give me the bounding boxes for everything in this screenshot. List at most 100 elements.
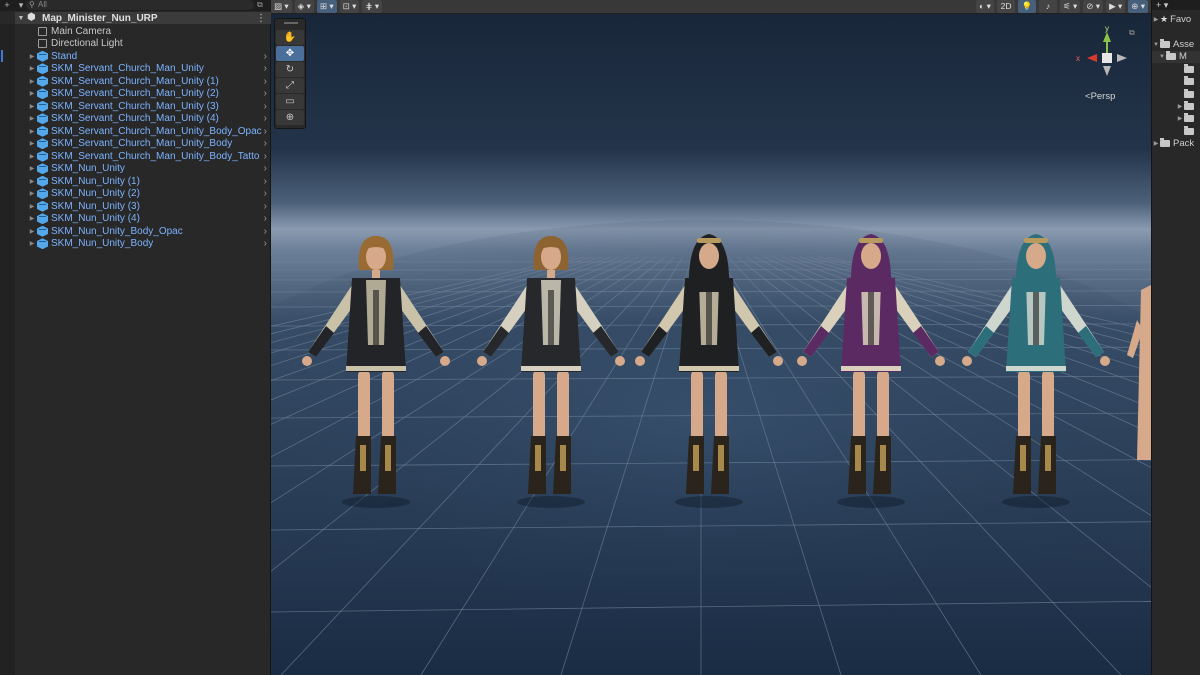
render-paths-button[interactable]: ⋕ ▾ [362, 0, 383, 13]
open-prefab-arrow-icon[interactable]: › [264, 76, 267, 87]
lock-icon[interactable]: ⧉ [257, 0, 263, 10]
assets-row[interactable]: ▼ Asse [1152, 38, 1200, 50]
hierarchy-item[interactable]: ▶ SKM_Nun_Unity (1) › [15, 175, 271, 188]
folder-icon [1184, 76, 1194, 86]
hierarchy-item[interactable]: ▶ Stand › [1, 50, 271, 63]
expand-arrow-icon[interactable]: ▶ [1152, 16, 1160, 23]
lock-icon[interactable]: ⧉ [1129, 28, 1135, 38]
move-tool-button[interactable]: ✥ [276, 46, 304, 61]
open-prefab-arrow-icon[interactable]: › [264, 138, 267, 149]
increment-snap-button[interactable]: ⊡ ▾ [339, 0, 360, 13]
project-folder-row[interactable] [1152, 63, 1200, 75]
rect-tool-button[interactable]: ▭ [276, 94, 304, 109]
collapse-arrow-icon[interactable]: ▼ [1152, 42, 1160, 48]
rotate-tool-button[interactable]: ↻ [276, 62, 304, 77]
expand-arrow-icon[interactable]: ▶ [27, 128, 37, 135]
gizmos-button[interactable]: ⊕ ▾ [1128, 0, 1148, 13]
scale-tool-button[interactable]: ⤢ [276, 78, 304, 93]
audio-toggle-button[interactable]: ♪ [1039, 0, 1058, 13]
hierarchy-item[interactable]: ▶ SKM_Nun_Unity › [15, 163, 271, 176]
hierarchy-item[interactable]: ▶ SKM_Nun_Unity (3) › [15, 200, 271, 213]
project-folder-row[interactable] [1152, 76, 1200, 88]
shading-button[interactable]: ◈ ▾ [294, 0, 314, 13]
open-prefab-arrow-icon[interactable]: › [264, 226, 267, 237]
2d-toggle-button[interactable]: 2D [997, 0, 1016, 13]
scene-root-row[interactable]: ▼ ⬢ Map_Minister_Nun_URP ⋮ [15, 12, 271, 24]
visibility-button[interactable]: ⊘ ▾ [1083, 0, 1104, 13]
expand-arrow-icon[interactable]: ▶ [27, 78, 37, 85]
favorites-row[interactable]: ▶ ★ Favo [1152, 13, 1200, 25]
expand-arrow-icon[interactable]: ▶ [1176, 115, 1184, 122]
hand-tool-button[interactable]: ✋ [276, 30, 304, 45]
open-prefab-arrow-icon[interactable]: › [264, 101, 267, 112]
lighting-toggle-button[interactable]: 💡 [1018, 0, 1037, 13]
project-folder-row[interactable] [1152, 88, 1200, 100]
hierarchy-item[interactable]: ▶ SKM_Servant_Church_Man_Unity_Body_Opac › [15, 125, 271, 138]
expand-arrow-icon[interactable]: ▶ [27, 190, 37, 197]
grid-snap-button[interactable]: ⊞ ▾ [316, 0, 337, 13]
hierarchy-item[interactable]: ▶ SKM_Servant_Church_Man_Unity (3) › [15, 100, 271, 113]
expand-arrow-icon[interactable]: ▶ [27, 203, 37, 210]
hierarchy-search-input[interactable]: ⚲ All [26, 0, 254, 10]
expand-arrow-icon[interactable]: ▶ [27, 240, 37, 247]
expand-arrow-icon[interactable]: ▶ [1176, 103, 1184, 110]
expand-arrow-icon[interactable]: ▶ [27, 115, 37, 122]
expand-arrow-icon[interactable]: ▶ [27, 140, 37, 147]
hierarchy-item-label: SKM_Nun_Unity [51, 163, 125, 175]
open-prefab-arrow-icon[interactable]: › [264, 238, 267, 249]
hierarchy-item[interactable]: ▶ SKM_Servant_Church_Man_Unity_Body › [15, 138, 271, 151]
camera-settings-button[interactable]: ▶ ▾ [1106, 0, 1126, 13]
open-prefab-arrow-icon[interactable]: › [264, 88, 267, 99]
prefab-icon [37, 238, 48, 250]
expand-arrow-icon[interactable]: ▶ [27, 153, 37, 160]
project-folder-row[interactable]: ▶ [1152, 113, 1200, 125]
plus-icon[interactable]: + [0, 0, 14, 11]
open-prefab-arrow-icon[interactable]: › [264, 201, 267, 212]
scene-menu-icon[interactable]: ⋮ [256, 13, 266, 24]
shading-mode-button[interactable]: ◐ ▾ [976, 0, 995, 13]
projection-label[interactable]: <Persp [1085, 91, 1115, 102]
expand-arrow-icon[interactable]: ▶ [27, 65, 37, 72]
expand-arrow-icon[interactable]: ▶ [27, 165, 37, 172]
hierarchy-item[interactable]: ▶ SKM_Nun_Unity_Body › [15, 238, 271, 251]
open-prefab-arrow-icon[interactable]: › [264, 188, 267, 199]
plus-icon[interactable]: + ▾ [1156, 0, 1168, 10]
hierarchy-item[interactable]: ▶ SKM_Nun_Unity (2) › [15, 188, 271, 201]
collapse-arrow-icon[interactable]: ▼ [15, 15, 27, 22]
project-folder-row[interactable] [1152, 125, 1200, 137]
open-prefab-arrow-icon[interactable]: › [264, 126, 267, 137]
open-prefab-arrow-icon[interactable]: › [264, 113, 267, 124]
hierarchy-item[interactable]: ▶ SKM_Servant_Church_Man_Unity (2) › [15, 88, 271, 101]
expand-arrow-icon[interactable]: ▶ [1152, 140, 1160, 147]
open-prefab-arrow-icon[interactable]: › [264, 151, 267, 162]
hierarchy-item[interactable]: ▶ SKM_Servant_Church_Man_Unity › [15, 63, 271, 76]
assets-subfolder-row[interactable]: ▼ M [1152, 50, 1200, 64]
open-prefab-arrow-icon[interactable]: › [264, 63, 267, 74]
open-prefab-arrow-icon[interactable]: › [264, 51, 267, 62]
effects-button[interactable]: ⚟ ▾ [1060, 0, 1081, 13]
scene-viewport[interactable] [271, 0, 1151, 675]
expand-arrow-icon[interactable]: ▶ [27, 90, 37, 97]
project-folder-row[interactable]: ▶ [1152, 100, 1200, 112]
expand-arrow-icon[interactable]: ▶ [27, 103, 37, 110]
open-prefab-arrow-icon[interactable]: › [264, 213, 267, 224]
palette-grip[interactable] [284, 22, 298, 24]
expand-arrow-icon[interactable]: ▶ [27, 215, 37, 222]
expand-arrow-icon[interactable]: ▶ [27, 228, 37, 235]
transform-tool-button[interactable]: ⊕ [276, 110, 304, 125]
open-prefab-arrow-icon[interactable]: › [264, 163, 267, 174]
hierarchy-item[interactable]: ▶ SKM_Servant_Church_Man_Unity (1) › [15, 75, 271, 88]
hierarchy-item[interactable]: ▶ SKM_Servant_Church_Man_Unity_Body_Tatto… [15, 150, 271, 163]
expand-arrow-icon[interactable]: ▶ [27, 53, 37, 60]
open-prefab-arrow-icon[interactable]: › [264, 176, 267, 187]
hierarchy-item[interactable]: Main Camera [15, 25, 271, 38]
hierarchy-item[interactable]: Directional Light [15, 38, 271, 51]
draw-mode-button[interactable]: ▨ ▾ [271, 0, 292, 13]
hierarchy-item[interactable]: ▶ SKM_Nun_Unity (4) › [15, 213, 271, 226]
hierarchy-item[interactable]: ▶ SKM_Nun_Unity_Body_Opac › [15, 225, 271, 238]
expand-arrow-icon[interactable]: ▶ [27, 178, 37, 185]
scene-view[interactable]: ▨ ▾ ◈ ▾ ⊞ ▾ ⊡ ▾ ⋕ ▾ ◐ ▾ 2D 💡 ♪ ⚟ ▾ ⊘ ▾ ▶… [271, 0, 1151, 675]
packages-row[interactable]: ▶ Pack [1152, 138, 1200, 150]
hierarchy-item[interactable]: ▶ SKM_Servant_Church_Man_Unity (4) › [15, 113, 271, 126]
collapse-arrow-icon[interactable]: ▼ [1158, 54, 1166, 60]
